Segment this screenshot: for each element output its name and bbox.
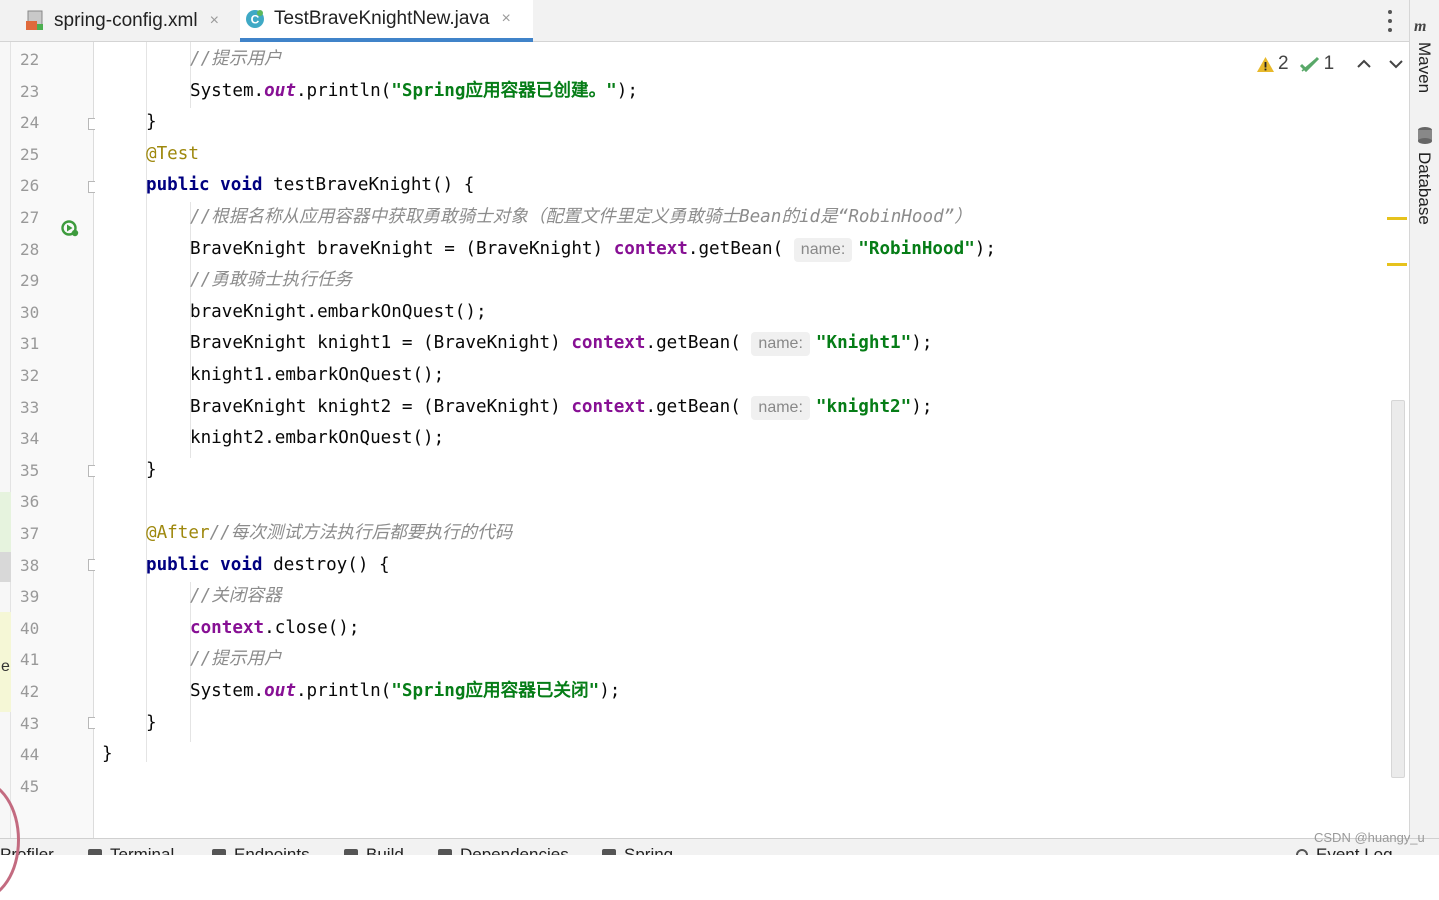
line-number: 42 xyxy=(20,682,40,701)
code-line-27: //根据名称从应用容器中获取勇敢骑士对象（配置文件里定义勇敢骑士Bean的id是… xyxy=(190,207,972,227)
line-number: 29 xyxy=(20,271,40,291)
dependencies-icon xyxy=(438,849,452,855)
line-number: 35 xyxy=(20,460,40,480)
tab-testbraveknightnew-java[interactable]: C TestBraveKnightNew.java × xyxy=(240,0,533,42)
code-line-37: @After//每次测试方法执行后都要执行的代码 xyxy=(146,523,513,543)
line-number: 43 xyxy=(20,713,40,733)
line-number: 25 xyxy=(20,144,40,164)
inspection-widget[interactable]: 2 1 xyxy=(1256,52,1408,76)
dependencies-tool-button[interactable]: Dependencies xyxy=(438,845,569,855)
terminal-tool-button[interactable]: Terminal xyxy=(88,845,174,855)
code-line-33: BraveKnight knight2 = (BraveKnight) cont… xyxy=(190,392,932,424)
line-number: 30 xyxy=(20,302,40,322)
next-highlight-icon[interactable] xyxy=(1384,53,1408,75)
database-icon[interactable] xyxy=(1416,126,1434,146)
vertical-scrollbar[interactable] xyxy=(1391,400,1405,778)
code-line-34: knight2.embarkOnQuest(); xyxy=(190,428,445,449)
check-icon xyxy=(1299,56,1319,72)
code-line-39: //关闭容器 xyxy=(190,586,282,607)
java-class-icon: C xyxy=(244,8,266,30)
watermark: CSDN @huangy_u xyxy=(1314,830,1425,845)
editor-tab-bar: spring-config.xml × C TestBraveKnightNew… xyxy=(0,0,1409,42)
code-line-26: public void testBraveKnight() { xyxy=(146,175,475,196)
line-number: 40 xyxy=(20,618,40,638)
parameter-hint: name: xyxy=(751,395,810,420)
line-number: 36 xyxy=(20,492,40,512)
build-tool-button[interactable]: Build xyxy=(344,845,404,855)
code-line-24: } xyxy=(146,112,157,133)
change-marker xyxy=(0,492,11,552)
close-icon[interactable]: × xyxy=(210,12,219,30)
code-line-25: @Test xyxy=(146,143,199,164)
event-log-icon xyxy=(1296,849,1308,855)
tab-label: TestBraveKnightNew.java xyxy=(274,8,490,29)
line-number: 41 xyxy=(20,650,40,670)
code-line-23: System.out.println("Spring应用容器已创建。"); xyxy=(190,80,638,101)
code-line-41: //提示用户 xyxy=(190,649,282,670)
code-editor[interactable]: //提示用户 System.out.println("Spring应用容器已创建… xyxy=(95,42,1391,838)
line-number-gutter[interactable]: 22 23 24 25 26 27 28 29 30 31 32 33 34 35 36 37 38 39 40 41… xyxy=(11,42,100,838)
maven-tool-button[interactable]: Maven xyxy=(1414,42,1434,93)
event-log-tool-button[interactable]: Event Log xyxy=(1296,845,1393,855)
project-panel-edge: e xyxy=(0,42,11,838)
truncated-text: e xyxy=(1,658,10,675)
svg-text:m: m xyxy=(1414,18,1426,35)
warning-icon xyxy=(1257,56,1274,72)
endpoints-tool-button[interactable]: Endpoints xyxy=(212,845,310,855)
change-marker xyxy=(0,552,11,582)
line-number: 45 xyxy=(20,776,40,796)
weak-warnings-count[interactable]: 1 xyxy=(1299,53,1334,75)
code-line-38: public void destroy() { xyxy=(146,554,390,575)
line-number: 28 xyxy=(20,239,40,259)
more-options-icon[interactable] xyxy=(1380,8,1400,34)
code-line-42: System.out.println("Spring应用容器已关闭"); xyxy=(190,681,621,701)
code-line-22: //提示用户 xyxy=(190,49,282,69)
xml-file-icon xyxy=(24,10,46,32)
endpoints-icon xyxy=(212,849,226,855)
code-line-30: braveKnight.embarkOnQuest(); xyxy=(190,301,487,322)
spring-icon xyxy=(602,849,616,855)
code-line-43: } xyxy=(146,712,157,733)
parameter-hint: name: xyxy=(793,237,853,262)
code-line-28: BraveKnight braveKnight = (BraveKnight) … xyxy=(190,234,996,266)
line-number: 32 xyxy=(20,366,40,385)
code-line-44: } xyxy=(102,744,113,765)
line-number: 44 xyxy=(20,745,40,765)
bottom-tool-window-bar: Profiler Terminal Endpoints Build Depend… xyxy=(0,838,1439,855)
code-line-31: BraveKnight knight1 = (BraveKnight) cont… xyxy=(190,328,932,360)
code-line-32: knight1.embarkOnQuest(); xyxy=(190,365,445,385)
code-line-40: context.close(); xyxy=(190,617,360,638)
database-tool-button[interactable]: Database xyxy=(1414,152,1434,225)
code-line-29: //勇敢骑士执行任务 xyxy=(190,270,352,291)
terminal-icon xyxy=(88,849,102,855)
line-number: 33 xyxy=(20,397,40,417)
warning-stripe-mark[interactable] xyxy=(1387,217,1407,220)
line-number: 26 xyxy=(20,176,40,196)
line-number: 22 xyxy=(20,50,40,69)
line-number: 39 xyxy=(20,587,40,607)
line-number: 23 xyxy=(20,81,40,101)
tab-label: spring-config.xml xyxy=(54,10,198,31)
line-number: 24 xyxy=(20,113,40,133)
line-number: 27 xyxy=(20,208,40,227)
maven-icon[interactable]: m xyxy=(1414,16,1434,36)
line-number: 31 xyxy=(20,334,40,354)
close-icon[interactable]: × xyxy=(501,10,510,28)
line-number: 34 xyxy=(20,429,40,449)
previous-highlight-icon[interactable] xyxy=(1352,53,1376,75)
line-number: 37 xyxy=(20,524,40,543)
build-icon xyxy=(344,849,358,855)
parameter-hint: name: xyxy=(751,332,810,357)
line-number: 38 xyxy=(20,555,40,575)
tab-spring-config-xml[interactable]: spring-config.xml × xyxy=(20,0,236,42)
spring-tool-button[interactable]: Spring xyxy=(602,845,673,855)
warnings-count[interactable]: 2 xyxy=(1256,53,1289,75)
run-test-icon[interactable] xyxy=(61,219,79,237)
code-line-35: } xyxy=(146,459,157,480)
warning-stripe-mark[interactable] xyxy=(1387,263,1407,266)
